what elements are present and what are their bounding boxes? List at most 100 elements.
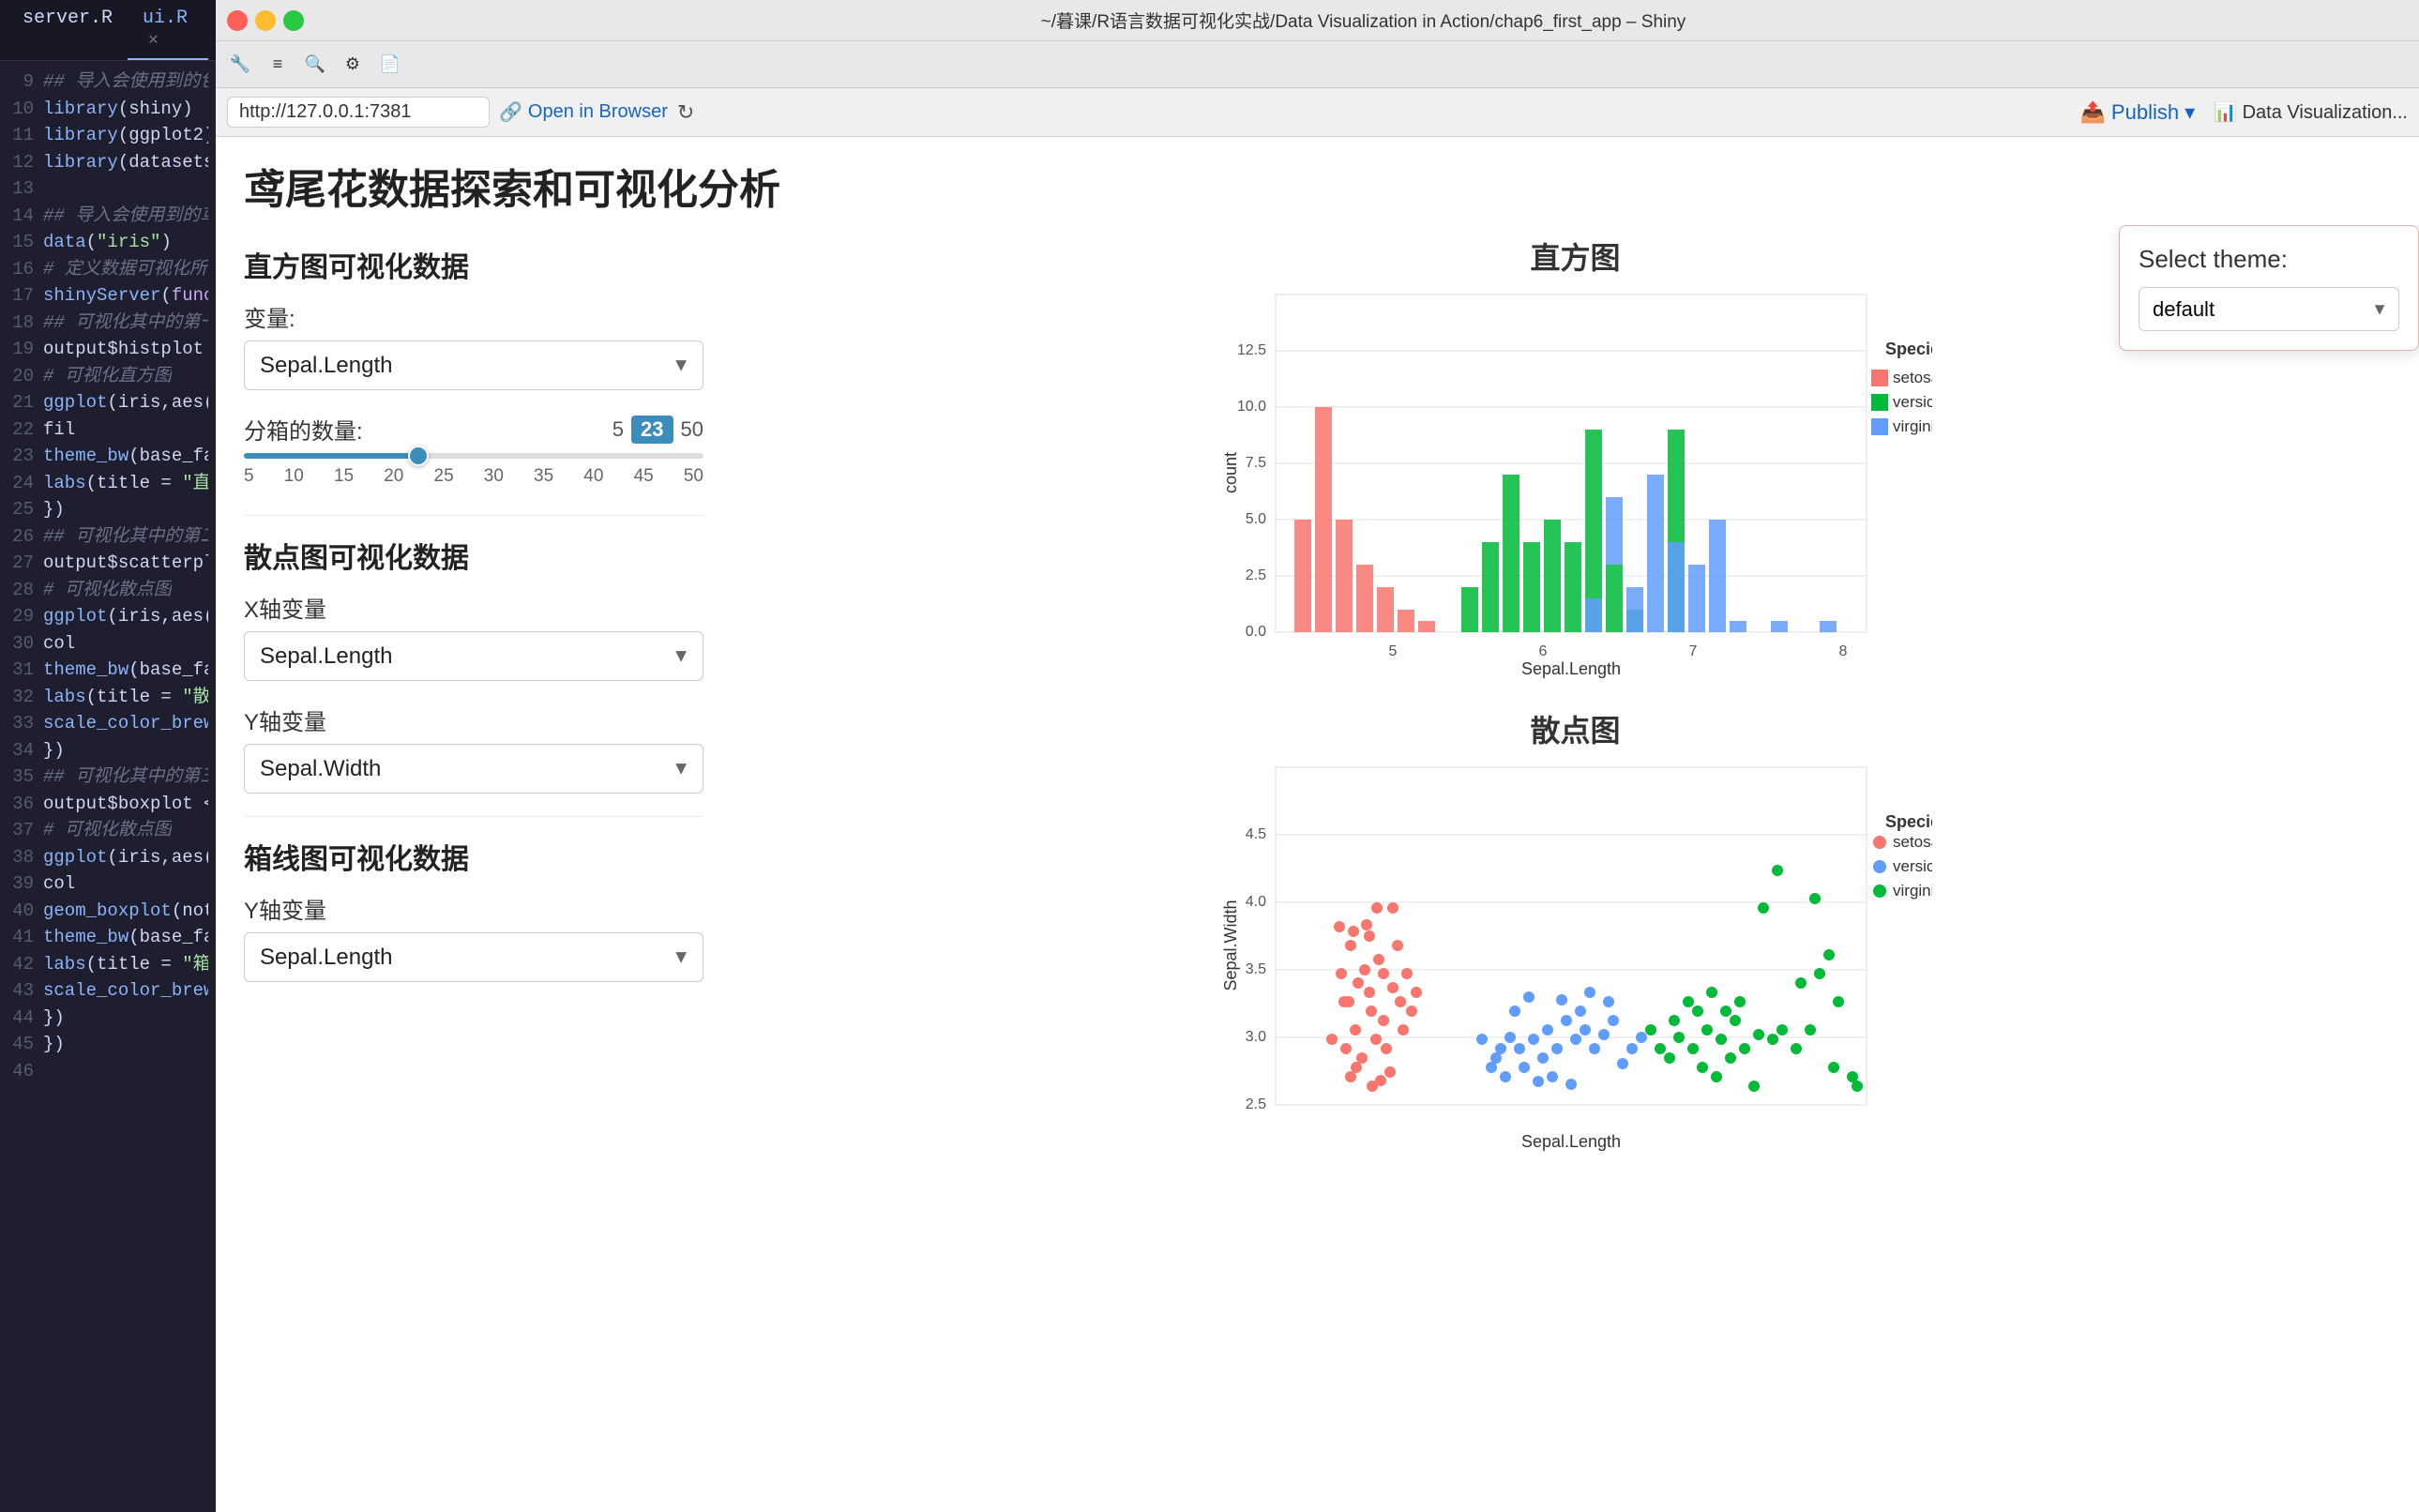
external-link-icon: 🔗 [499, 100, 522, 124]
svg-text:12.5: 12.5 [1236, 342, 1265, 358]
search-icon[interactable]: 🔍 [298, 48, 332, 82]
svg-text:Sepal.Length: Sepal.Length [1520, 659, 1620, 678]
x-axis-select[interactable]: Sepal.Length Sepal.Width Petal.Length Pe… [244, 631, 703, 681]
svg-text:virginica: virginica [1893, 882, 1932, 900]
boxplot-y-select-wrapper: Sepal.Length Sepal.Width Petal.Length Pe… [244, 932, 703, 982]
svg-text:7: 7 [1688, 643, 1697, 659]
slider-track-container[interactable] [244, 453, 703, 459]
svg-text:count: count [1221, 452, 1240, 493]
settings-icon[interactable]: ⚙ [336, 48, 370, 82]
sidebar: 直方图可视化数据 变量: Sepal.Length Sepal.Width Pe… [216, 225, 732, 1512]
window-controls [227, 10, 304, 31]
refresh-button[interactable]: ↻ [677, 100, 694, 125]
slider-track [244, 453, 703, 459]
theme-select-wrapper: default cerulean cosmo cyborg darkly fla… [2139, 287, 2399, 331]
svg-text:3.0: 3.0 [1245, 1029, 1265, 1045]
bins-slider-section: 分箱的数量: 5 23 50 [244, 413, 703, 487]
editor-tabs: server.R ui.R ✕ [0, 0, 216, 61]
boxplot-controls: 箱线图可视化数据 Y轴变量 Sepal.Length Sepal.Width P… [244, 836, 703, 982]
svg-text:5: 5 [1388, 643, 1397, 659]
slider-current-value: 23 [631, 416, 673, 444]
scatter-svg-wrapper: 2.5 3.0 3.5 4.0 4.5 Sepal.Width Sepal.Le… [750, 758, 2400, 1152]
minimize-button[interactable] [255, 10, 276, 31]
slider-min-value: 5 [612, 417, 624, 442]
variable-select-wrapper: Sepal.Length Sepal.Width Petal.Length Pe… [244, 340, 703, 390]
shiny-window: ~/暮课/R语言数据可视化实战/Data Visualization in Ac… [216, 0, 2419, 1512]
variable-select[interactable]: Sepal.Length Sepal.Width Petal.Length Pe… [244, 340, 703, 390]
app-header: 鸢尾花数据探索和可视化分析 [216, 137, 2419, 225]
url-input[interactable] [227, 97, 490, 128]
histogram-svg: 0.0 2.5 5.0 7.5 10.0 12.5 count 5 6 7 [1219, 285, 1932, 679]
code-lines: 9## 导入会使用到的包 10library(shiny) 11library(… [0, 61, 216, 1092]
plot-area: Select theme: default cerulean cosmo cyb… [732, 225, 2419, 1512]
svg-text:4.0: 4.0 [1245, 894, 1265, 910]
close-tab-icon[interactable]: ✕ [148, 31, 159, 50]
bins-label-row: 分箱的数量: 5 23 50 [244, 413, 703, 446]
code-editor: server.R ui.R ✕ 9## 导入会使用到的包 10library(s… [0, 0, 216, 1512]
svg-text:10.0: 10.0 [1236, 399, 1265, 415]
y-axis-label: Y轴变量 [244, 703, 703, 736]
slider-fill [244, 453, 418, 459]
close-button[interactable] [227, 10, 248, 31]
slider-values: 5 23 50 [612, 416, 703, 444]
svg-text:2.5: 2.5 [1245, 567, 1265, 583]
slider-thumb[interactable] [408, 446, 429, 466]
toolbar-icon-5[interactable]: 📄 [373, 48, 407, 82]
scatter-plot: 散点图 2.5 [750, 707, 2400, 1152]
publish-icon: 📤 [2080, 100, 2106, 125]
svg-text:setosa: setosa [1893, 369, 1932, 386]
boxplot-y-label: Y轴变量 [244, 892, 703, 925]
svg-text:Sepal.Width: Sepal.Width [1221, 900, 1240, 990]
tab-server-r[interactable]: server.R [8, 0, 128, 60]
theme-overlay-title: Select theme: [2139, 245, 2399, 274]
bins-label: 分箱的数量: [244, 413, 363, 446]
theme-select[interactable]: default cerulean cosmo cyborg darkly fla… [2139, 287, 2399, 331]
toolbar-icon-1[interactable]: 🔧 [223, 48, 257, 82]
maximize-button[interactable] [283, 10, 304, 31]
svg-text:2.5: 2.5 [1245, 1096, 1265, 1112]
scatter-section-title: 散点图可视化数据 [244, 535, 703, 576]
boxplot-section-title: 箱线图可视化数据 [244, 836, 703, 877]
svg-text:Species: Species [1885, 340, 1932, 358]
svg-text:virginica: virginica [1893, 417, 1932, 435]
open-in-browser-button[interactable]: 🔗 Open in Browser [499, 100, 668, 124]
svg-text:setosa: setosa [1893, 833, 1932, 851]
scatter-controls: 散点图可视化数据 X轴变量 Sepal.Length Sepal.Width P… [244, 535, 703, 794]
svg-text:3.5: 3.5 [1245, 961, 1265, 977]
histogram-controls: 直方图可视化数据 变量: Sepal.Length Sepal.Width Pe… [244, 244, 703, 487]
data-viz-label: 📊 Data Visualization... [2214, 100, 2408, 124]
tab-ui-r[interactable]: ui.R ✕ [128, 0, 208, 60]
window-title: ~/暮课/R语言数据可视化实战/Data Visualization in Ac… [319, 8, 2408, 33]
data-viz-icon: 📊 [2214, 102, 2237, 123]
app-title: 鸢尾花数据探索和可视化分析 [244, 156, 2391, 216]
browser-bar: 🔗 Open in Browser ↻ 📤 Publish ▾ 📊 Data V… [216, 88, 2419, 137]
svg-text:Species: Species [1885, 812, 1932, 831]
divider-1 [244, 515, 703, 516]
divider-2 [244, 816, 703, 817]
toolbar-icon-2[interactable]: ≡ [261, 48, 295, 82]
variable-label: 变量: [244, 300, 703, 333]
histogram-section-title: 直方图可视化数据 [244, 244, 703, 285]
x-axis-label: X轴变量 [244, 591, 703, 624]
svg-text:versicolor: versicolor [1893, 393, 1932, 411]
svg-text:5.0: 5.0 [1245, 511, 1265, 527]
app-content: 鸢尾花数据探索和可视化分析 直方图可视化数据 变量: Sepal.Length … [216, 137, 2419, 1512]
app-body: 直方图可视化数据 变量: Sepal.Length Sepal.Width Pe… [216, 225, 2419, 1512]
y-axis-select-wrapper: Sepal.Width Sepal.Length Petal.Length Pe… [244, 744, 703, 794]
boxplot-y-select[interactable]: Sepal.Length Sepal.Width Petal.Length Pe… [244, 932, 703, 982]
svg-text:Sepal.Length: Sepal.Length [1520, 1132, 1620, 1151]
svg-text:versicolor: versicolor [1893, 857, 1932, 875]
slider-ticks: 5 10 15 20 25 30 35 40 45 50 [244, 466, 703, 487]
svg-text:7.5: 7.5 [1245, 455, 1265, 471]
theme-overlay: Select theme: default cerulean cosmo cyb… [2119, 225, 2419, 351]
scatter-plot-title: 散点图 [750, 707, 2400, 750]
title-bar: ~/暮课/R语言数据可视化实战/Data Visualization in Ac… [216, 0, 2419, 41]
svg-text:8: 8 [1838, 643, 1847, 659]
x-axis-select-wrapper: Sepal.Length Sepal.Width Petal.Length Pe… [244, 631, 703, 681]
svg-text:0.0: 0.0 [1245, 624, 1265, 640]
slider-max-value: 50 [681, 417, 703, 442]
publish-button[interactable]: 📤 Publish ▾ [2080, 100, 2196, 125]
toolbar: 🔧 ≡ 🔍 ⚙ 📄 [216, 41, 2419, 88]
svg-text:4.5: 4.5 [1245, 826, 1265, 842]
y-axis-select[interactable]: Sepal.Width Sepal.Length Petal.Length Pe… [244, 744, 703, 794]
